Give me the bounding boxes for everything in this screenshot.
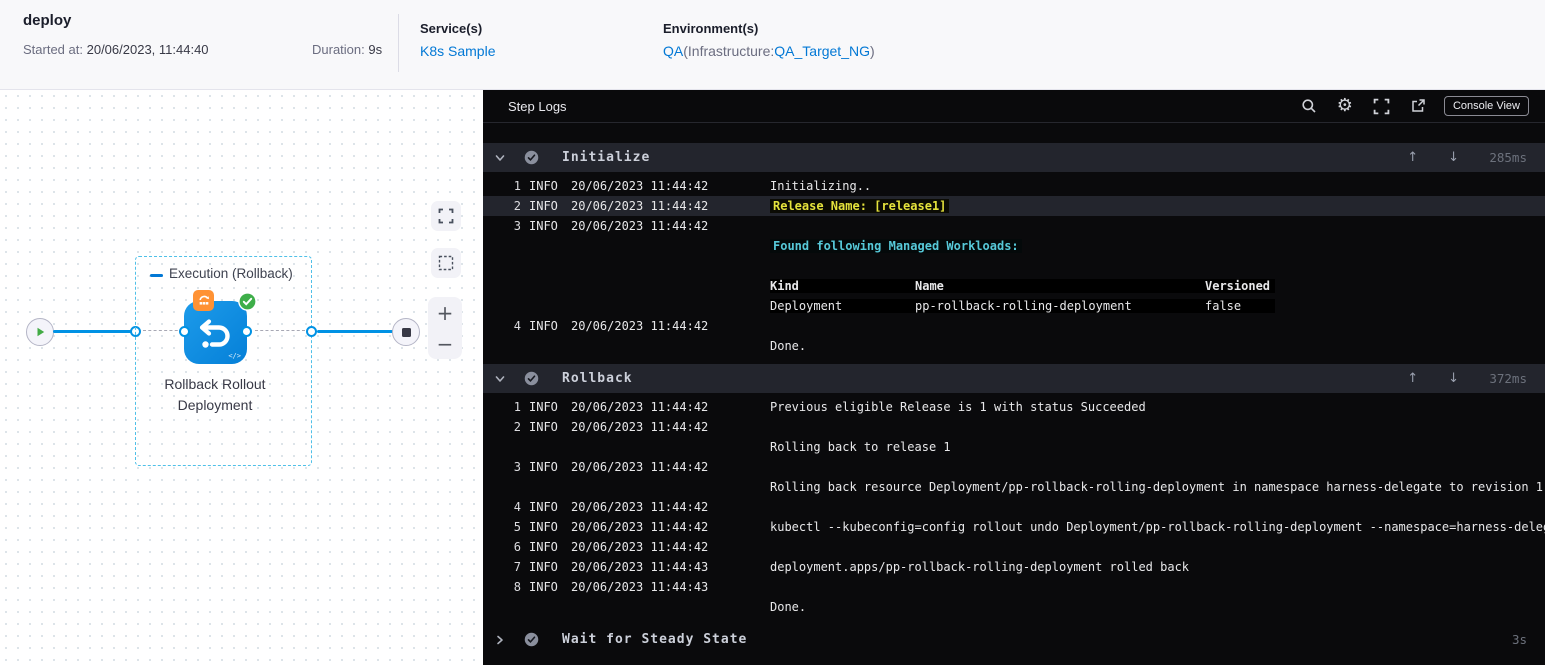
environment-close-paren: ) <box>869 43 875 59</box>
started-at-label: Started at: <box>23 42 83 57</box>
section-duration: 372ms <box>1489 371 1527 386</box>
log-section-title: Rollback <box>562 371 633 386</box>
status-success-icon <box>524 632 539 647</box>
log-line: 3 INFO 20/06/2023 11:44:42 <box>513 219 709 233</box>
duration: Duration: 9s <box>312 42 382 57</box>
log-line: 1 INFO 20/06/2023 11:44:42 Previous eligibl… <box>513 400 1146 414</box>
dashed-edge-out-of-group <box>255 330 305 331</box>
step-in-port <box>179 326 190 337</box>
started-at-value: 20/06/2023, 11:44:40 <box>86 42 209 57</box>
duration-value: 9s <box>368 42 383 57</box>
infrastructure-link[interactable]: QA_Target_NG <box>774 43 870 59</box>
section-duration: 3s <box>1511 632 1527 647</box>
log-sections: Initialize ↑ ↓ 285ms 1 INFO 20/06/2023 11:44:4… <box>483 123 1545 654</box>
log-line: Done. <box>770 600 807 614</box>
open-in-new-icon[interactable] <box>1410 98 1426 114</box>
fullscreen-icon[interactable] <box>1373 98 1390 115</box>
chevron-right-icon[interactable] <box>494 634 508 646</box>
chevron-down-icon[interactable] <box>494 373 508 385</box>
edge-start-to-group <box>53 330 133 333</box>
rollout-deployment-badge-icon <box>193 290 214 311</box>
marquee-select-icon <box>438 255 454 271</box>
play-icon <box>37 327 45 337</box>
service-link[interactable]: K8s Sample <box>420 43 495 59</box>
status-success-icon <box>524 150 539 165</box>
end-node[interactable] <box>392 318 420 346</box>
log-section-wait-for-steady-state: Wait for Steady State 3s <box>483 625 1545 654</box>
log-toolbar: Step Logs ⚙ Console View <box>483 90 1545 123</box>
step-out-port <box>241 326 252 337</box>
execution-group-label: Execution (Rollback) <box>169 266 293 281</box>
code-icon: </> <box>228 352 241 360</box>
fit-view-button[interactable] <box>431 201 461 231</box>
services-label: Service(s) <box>420 21 483 36</box>
services-block: Service(s) K8s Sample <box>420 21 495 59</box>
log-line: 5 INFO 20/06/2023 11:44:42 kubectl --kubeco… <box>513 520 1545 534</box>
zoom-out-icon[interactable]: − <box>437 334 454 354</box>
console-view-button[interactable]: Console View <box>1443 96 1529 116</box>
log-section-rollback: Rollback ↑ ↓ 372ms 1 INFO 20/06/2023 11:44:42 P… <box>483 364 1545 617</box>
edge-group-to-end <box>317 330 393 333</box>
log-line: 6 INFO 20/06/2023 11:44:42 <box>513 540 709 554</box>
log-section-title: Wait for Steady State <box>562 632 748 647</box>
stop-icon <box>401 327 411 337</box>
log-section-title: Initialize <box>562 150 651 165</box>
log-line: 3 INFO 20/06/2023 11:44:42 <box>513 460 709 474</box>
chevron-down-icon[interactable] <box>494 152 508 164</box>
log-line: 7 INFO 20/06/2023 11:44:43 deployment.apps/… <box>513 560 1190 574</box>
zoom-controls: + − <box>428 297 462 359</box>
log-line: Kind Name Versioned <box>483 276 1545 296</box>
duration-label: Duration: <box>312 42 365 57</box>
collapse-group-icon[interactable] <box>150 274 163 277</box>
header-divider <box>398 14 399 72</box>
log-section-header-rollback[interactable]: Rollback ↑ ↓ 372ms <box>483 364 1545 393</box>
step-label: Rollback Rollout Deployment <box>164 376 266 413</box>
start-node[interactable] <box>26 318 54 346</box>
log-line: 8 INFO 20/06/2023 11:44:43 <box>513 580 709 594</box>
success-check-icon <box>238 292 257 316</box>
step-logs-panel: Step Logs ⚙ Console View Initialize ↑ ↓ 285… <box>483 90 1545 665</box>
log-line: 2 INFO 20/06/2023 11:44:42 <box>513 420 709 434</box>
log-line: Rolling back resource Deployment/pp-roll… <box>770 480 1544 494</box>
environments-block: Environment(s) QA(Infrastructure:QA_Targ… <box>663 21 875 59</box>
section-duration: 285ms <box>1489 150 1527 165</box>
log-line: 4 INFO 20/06/2023 11:44:42 <box>513 500 709 514</box>
pipeline-title: deploy <box>23 12 72 29</box>
log-panel-title: Step Logs <box>508 98 567 114</box>
log-section-initialize: Initialize ↑ ↓ 285ms 1 INFO 20/06/2023 11:44:4… <box>483 143 1545 356</box>
zoom-in-icon[interactable]: + <box>437 303 454 323</box>
log-section-header-wait-for-steady-state[interactable]: Wait for Steady State 3s <box>483 625 1545 654</box>
log-section-header-initialize[interactable]: Initialize ↑ ↓ 285ms <box>483 143 1545 172</box>
log-line: 2 INFO 20/06/2023 11:44:42 Release Name: [r… <box>483 196 1545 216</box>
scroll-bottom-icon[interactable]: ↓ <box>1448 150 1459 165</box>
environment-link[interactable]: QA <box>663 43 683 59</box>
scroll-bottom-icon[interactable]: ↓ <box>1448 371 1459 386</box>
execution-header: deploy Started at: 20/06/2023, 11:44:40 … <box>0 0 1545 90</box>
log-line: 4 INFO 20/06/2023 11:44:42 <box>513 319 709 333</box>
log-line: 1 INFO 20/06/2023 11:44:42 Initializing.. <box>513 179 872 193</box>
fit-view-icon <box>438 208 454 224</box>
started-at: Started at: 20/06/2023, 11:44:40 <box>23 42 209 57</box>
scroll-top-icon[interactable]: ↑ <box>1407 371 1418 386</box>
status-success-icon <box>524 371 539 386</box>
edge-connector-dot <box>306 326 317 337</box>
log-line: Deployment pp-rollback-rolling-deployment… <box>483 296 1545 316</box>
environments-label: Environment(s) <box>663 21 759 36</box>
log-line: Found following Managed Workloads: <box>483 236 1545 256</box>
marquee-select-button[interactable] <box>431 248 461 278</box>
environment-infra-text: (Infrastructure: <box>683 43 775 59</box>
scroll-top-icon[interactable]: ↑ <box>1407 150 1418 165</box>
log-line: Rolling back to release 1 <box>770 440 951 454</box>
pipeline-canvas[interactable]: Execution (Rollback) </> Rollback Rollou… <box>0 90 483 665</box>
rollback-arrow-icon <box>199 318 230 348</box>
settings-gear-icon[interactable]: ⚙ <box>1337 97 1353 115</box>
log-line: Done. <box>770 339 807 353</box>
search-icon[interactable] <box>1301 98 1317 114</box>
